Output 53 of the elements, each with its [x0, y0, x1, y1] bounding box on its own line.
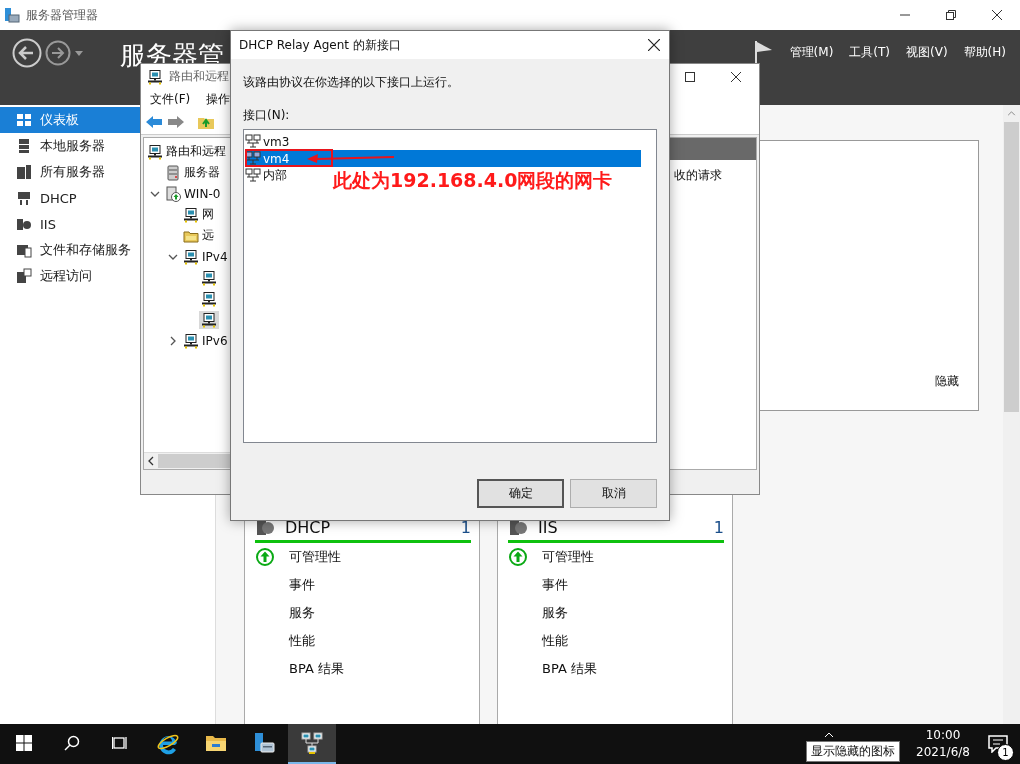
list-item[interactable]: 内部 [245, 167, 289, 184]
tree-item[interactable]: WIN-0 [163, 184, 223, 203]
tile-row[interactable]: 性能 [289, 632, 315, 650]
menu-item[interactable]: 管理(M) [789, 43, 834, 61]
server-count: 1 [713, 518, 724, 537]
nav-item[interactable]: 文件和存储服务 [0, 237, 140, 263]
tree-item[interactable]: 服务器 [163, 163, 222, 182]
tree-item[interactable]: 网 [181, 205, 216, 224]
tile-row[interactable]: 服务 [289, 604, 315, 622]
tile-row[interactable]: BPA 结果 [542, 660, 597, 678]
notification-badge: 1 [997, 744, 1014, 761]
list-label: 接口(N): [243, 107, 291, 124]
nav-item[interactable]: 本地服务器 [0, 133, 140, 159]
tile-title: DHCP [285, 518, 331, 537]
description-text: 收的请求 [674, 167, 722, 184]
tile-row[interactable]: 性能 [542, 632, 568, 650]
tile-row[interactable]: 事件 [289, 576, 315, 594]
tile-row[interactable]: BPA 结果 [289, 660, 344, 678]
date-text: 2021/6/8 [916, 744, 970, 761]
menu-item[interactable]: 视图(V) [906, 43, 948, 61]
hide-link[interactable]: 隐藏 [935, 373, 959, 390]
tile-row[interactable]: 可管理性 [289, 548, 341, 566]
menu-item[interactable]: 帮助(H) [963, 43, 1006, 61]
tile-row[interactable]: 事件 [542, 576, 568, 594]
menu-item[interactable]: 文件(F) [150, 90, 191, 108]
tile-row[interactable]: 可管理性 [542, 548, 594, 566]
nav-item[interactable]: IIS [0, 211, 140, 237]
tree-item[interactable]: IPv4 [181, 247, 230, 266]
tree-item[interactable]: 路由和远程 [145, 142, 228, 161]
ok-button[interactable]: 确定 [477, 479, 564, 508]
nav-item[interactable]: 仪表板 [0, 107, 140, 133]
menu-item[interactable]: 操作 [206, 90, 231, 108]
dialog-title: DHCP Relay Agent 的新接口 [239, 36, 401, 54]
tree-item[interactable]: 远 [181, 226, 216, 245]
list-item[interactable]: vm4 [245, 150, 641, 167]
window-title: 路由和远程 [169, 68, 229, 85]
server-count: 1 [460, 518, 471, 537]
nav-item[interactable]: 所有服务器 [0, 159, 140, 185]
interface-list[interactable]: vm3 vm4 内部 此处为192.168.4.0网段的网卡 [243, 129, 657, 443]
annotation-text: 此处为192.168.4.0网段的网卡 [333, 168, 613, 193]
tooltip: 显示隐藏的图标 [806, 741, 900, 762]
tile-row[interactable]: 服务 [542, 604, 568, 622]
dialog-message: 该路由协议在你选择的以下接口上运行。 [243, 74, 460, 91]
nav-item[interactable]: 远程访问 [0, 263, 140, 289]
nav-item[interactable]: DHCP [0, 185, 140, 211]
list-item[interactable]: vm3 [245, 133, 292, 150]
tile-title: IIS [538, 518, 558, 537]
clock[interactable]: 10:00 2021/6/8 [910, 727, 976, 761]
time-text: 10:00 [925, 727, 961, 744]
tree-item[interactable]: IPv6 [181, 331, 230, 350]
window-title: 服务器管理器 [26, 6, 98, 24]
cancel-button[interactable]: 取消 [570, 479, 657, 508]
menu-item[interactable]: 工具(T) [849, 43, 891, 61]
